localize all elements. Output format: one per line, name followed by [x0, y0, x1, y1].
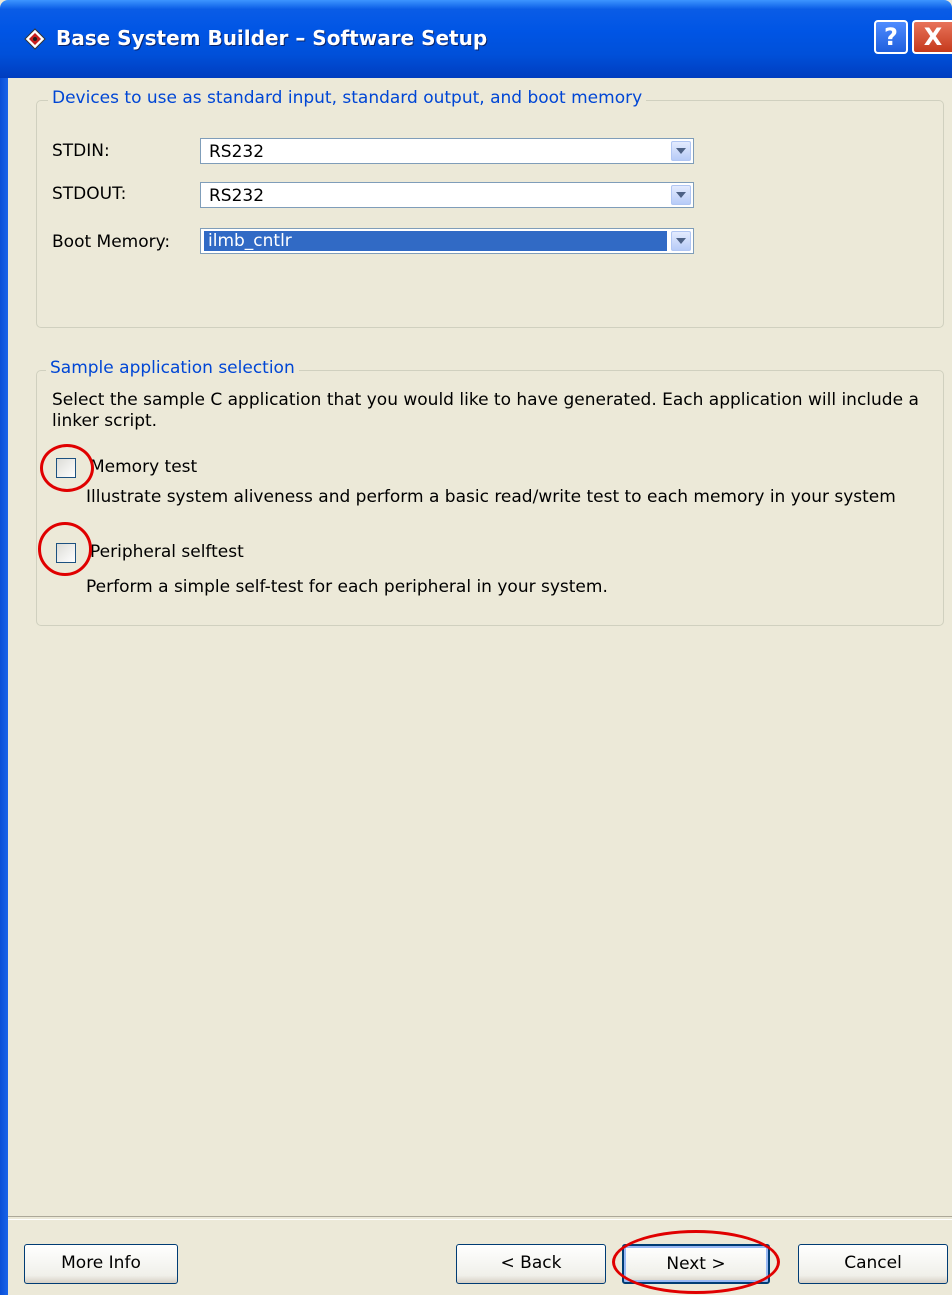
- stdin-value: RS232: [209, 142, 265, 162]
- window-frame-left: [0, 78, 8, 1295]
- chevron-down-icon[interactable]: [671, 141, 691, 161]
- stdout-select[interactable]: RS232: [200, 182, 694, 208]
- memory-test-label[interactable]: Memory test: [90, 457, 197, 478]
- chevron-down-icon[interactable]: [671, 231, 691, 251]
- peripheral-selftest-label[interactable]: Peripheral selftest: [90, 542, 244, 563]
- stdout-label: STDOUT:: [52, 184, 127, 204]
- more-info-label: More Info: [61, 1253, 141, 1273]
- stdout-value: RS232: [209, 186, 265, 206]
- sample-app-group-legend: Sample application selection: [46, 358, 299, 378]
- back-button[interactable]: < Back: [456, 1244, 606, 1284]
- window-title: Base System Builder – Software Setup: [56, 26, 488, 50]
- cancel-button[interactable]: Cancel: [798, 1244, 948, 1284]
- boot-memory-select[interactable]: ilmb_cntlr: [200, 228, 694, 254]
- sample-app-instruction: Select the sample C application that you…: [52, 390, 919, 431]
- more-info-button[interactable]: More Info: [24, 1244, 178, 1284]
- cancel-label: Cancel: [844, 1253, 902, 1273]
- memory-test-description: Illustrate system aliveness and perform …: [86, 487, 896, 507]
- highlight-circle: [38, 522, 92, 576]
- devices-group-legend: Devices to use as standard input, standa…: [48, 88, 647, 108]
- devices-group: [36, 100, 944, 328]
- peripheral-selftest-description: Perform a simple self-test for each peri…: [86, 577, 608, 597]
- boot-memory-value: ilmb_cntlr: [204, 231, 667, 251]
- help-button[interactable]: ?: [874, 20, 908, 54]
- close-icon: X: [923, 23, 943, 51]
- dialog-window: Base System Builder – Software Setup ? X…: [0, 0, 952, 1295]
- stdin-select[interactable]: RS232: [200, 138, 694, 164]
- title-bar[interactable]: Base System Builder – Software Setup ? X: [0, 0, 952, 78]
- boot-memory-label: Boot Memory:: [52, 232, 171, 252]
- help-icon: ?: [884, 23, 898, 51]
- back-label: < Back: [500, 1253, 562, 1273]
- chevron-down-icon[interactable]: [671, 185, 691, 205]
- footer-separator: [8, 1216, 952, 1220]
- highlight-circle: [612, 1230, 780, 1294]
- close-button[interactable]: X: [912, 20, 952, 54]
- stdin-label: STDIN:: [52, 141, 110, 161]
- app-icon: [24, 28, 46, 50]
- highlight-circle: [40, 444, 94, 492]
